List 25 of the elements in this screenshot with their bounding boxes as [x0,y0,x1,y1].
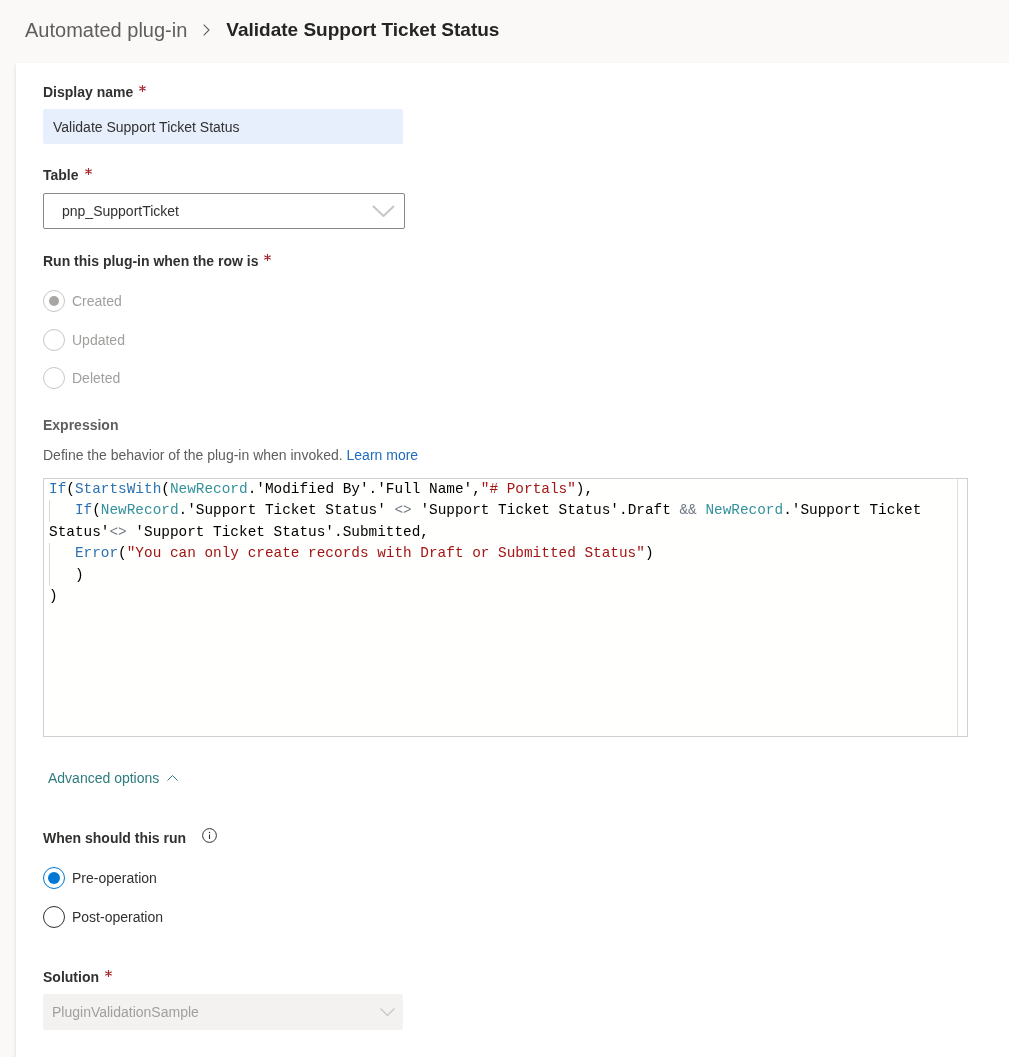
code-line: Error("You can only create records with Draft or Submitted Status") [49,543,957,565]
page-title: Validate Support Ticket Status [226,19,500,41]
code-line: ) [49,587,59,607]
code-line: ) [49,564,957,587]
code-line: If(StartsWith(NewRecord.'Modified By'.'Full Name',"# Portals"), [49,480,595,499]
info-icon[interactable] [202,828,218,843]
field-label: Table [43,166,79,185]
advanced-options-toggle[interactable]: Advanced options [43,767,184,789]
code-line: If(NewRecord.'Support Ticket Status' <> 'Support Ticket Status'.Draft && NewRecord.'Support Ticket Status'<> 'Support Ticket Status'.Submitted, [49,500,923,542]
chevron-right-icon [203,24,211,36]
radio-option[interactable]: Pre-operation [43,867,164,889]
learn-more-link[interactable]: Learn more [346,447,419,463]
field-label: Solution [43,967,99,987]
radio-option[interactable]: Post-operation [43,905,164,928]
display-name-field[interactable]: Validate Support Ticket Status [43,109,403,144]
field-label: Display name [43,83,134,102]
chevron-down-icon [372,205,395,217]
field-label: Expression [43,416,119,435]
chevron-down-icon [380,1008,395,1016]
field-label: Run this plug-in when the row is [43,252,259,271]
breadcrumb-link[interactable]: Automated plug-in [25,18,188,42]
code-editor[interactable] [43,478,968,737]
description-text: Define the behavior of the plug-in when invoked. Learn more [43,446,419,465]
dropdown[interactable]: pnp_SupportTicket [43,193,405,229]
field-label: When should this run [43,829,187,848]
